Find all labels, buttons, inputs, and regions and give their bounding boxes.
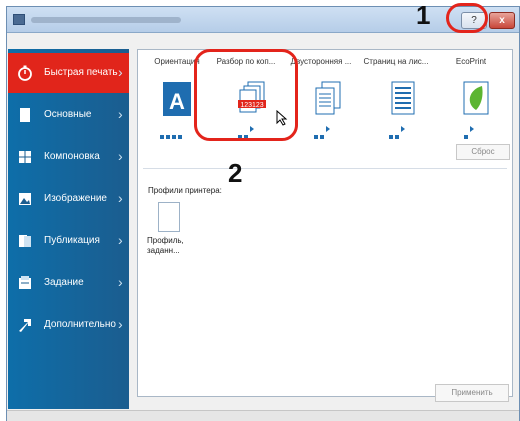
chevron-right-icon: › xyxy=(118,316,123,332)
sidebar-item-label: Изображение xyxy=(44,193,107,204)
sidebar: Быстрая печать › Основные › Компоновка › xyxy=(8,49,129,409)
chevron-right-icon: › xyxy=(118,232,123,248)
chevron-right-icon: › xyxy=(118,106,123,122)
status-bar xyxy=(7,410,519,421)
sidebar-item-label: Основные xyxy=(44,109,92,120)
sidebar-item-basic[interactable]: Основные › xyxy=(8,95,129,135)
highlight-ring-collate xyxy=(194,49,298,141)
tab-pages-per-sheet[interactable]: Страниц на лис... xyxy=(363,57,429,66)
sidebar-item-label: Дополнительно xyxy=(44,319,116,330)
sidebar-item-label: Задание xyxy=(44,277,84,288)
profile-document-icon[interactable] xyxy=(158,202,180,232)
sidebar-item-job[interactable]: Задание › xyxy=(8,263,129,303)
svg-text:A: A xyxy=(169,89,185,114)
callout-number-2: 2 xyxy=(228,158,243,188)
close-button[interactable]: x xyxy=(489,12,515,29)
profiles-heading: Профили принтера: xyxy=(148,186,222,195)
image-icon xyxy=(19,193,31,205)
sidebar-item-quick-print[interactable]: Быстрая печать › xyxy=(8,53,129,93)
tab-ecoprint[interactable]: EcoPrint xyxy=(438,57,504,66)
sidebar-item-label: Быстрая печать xyxy=(44,67,118,78)
job-icon xyxy=(19,276,31,289)
option-indicator xyxy=(314,126,344,139)
callout-number-1: 1 xyxy=(416,0,431,30)
pages-per-sheet-icon[interactable] xyxy=(385,80,421,118)
window-title xyxy=(31,17,181,23)
sidebar-item-label: Публикация xyxy=(44,235,100,246)
booklet-icon xyxy=(19,235,31,247)
arrow-icon xyxy=(19,319,31,332)
chevron-right-icon: › xyxy=(118,64,123,80)
layout-icon xyxy=(19,151,31,163)
sidebar-item-advanced[interactable]: Дополнительно › xyxy=(8,305,129,345)
option-indicator xyxy=(464,126,494,139)
stopwatch-icon xyxy=(18,65,32,81)
orientation-icon[interactable]: A xyxy=(159,80,195,118)
option-indicator xyxy=(160,126,190,139)
apply-button[interactable]: Применить xyxy=(435,384,509,402)
reset-button[interactable]: Сброс xyxy=(456,144,510,160)
highlight-ring-help xyxy=(446,3,488,33)
profile-label[interactable]: Профиль, заданн... xyxy=(147,236,195,256)
chevron-right-icon: › xyxy=(118,148,123,164)
sidebar-item-label: Компоновка xyxy=(44,151,100,162)
chevron-right-icon: › xyxy=(118,274,123,290)
sidebar-item-layout[interactable]: Компоновка › xyxy=(8,137,129,177)
page-icon xyxy=(20,108,30,122)
duplex-icon[interactable] xyxy=(310,80,346,118)
option-indicator xyxy=(389,126,419,139)
ecoprint-leaf-icon[interactable] xyxy=(458,80,494,118)
chevron-right-icon: › xyxy=(118,190,123,206)
sidebar-item-image[interactable]: Изображение › xyxy=(8,179,129,219)
divider xyxy=(143,168,507,169)
title-bar: ? x xyxy=(7,7,519,33)
sidebar-item-publishing[interactable]: Публикация › xyxy=(8,221,129,261)
printer-app-icon xyxy=(13,14,25,25)
